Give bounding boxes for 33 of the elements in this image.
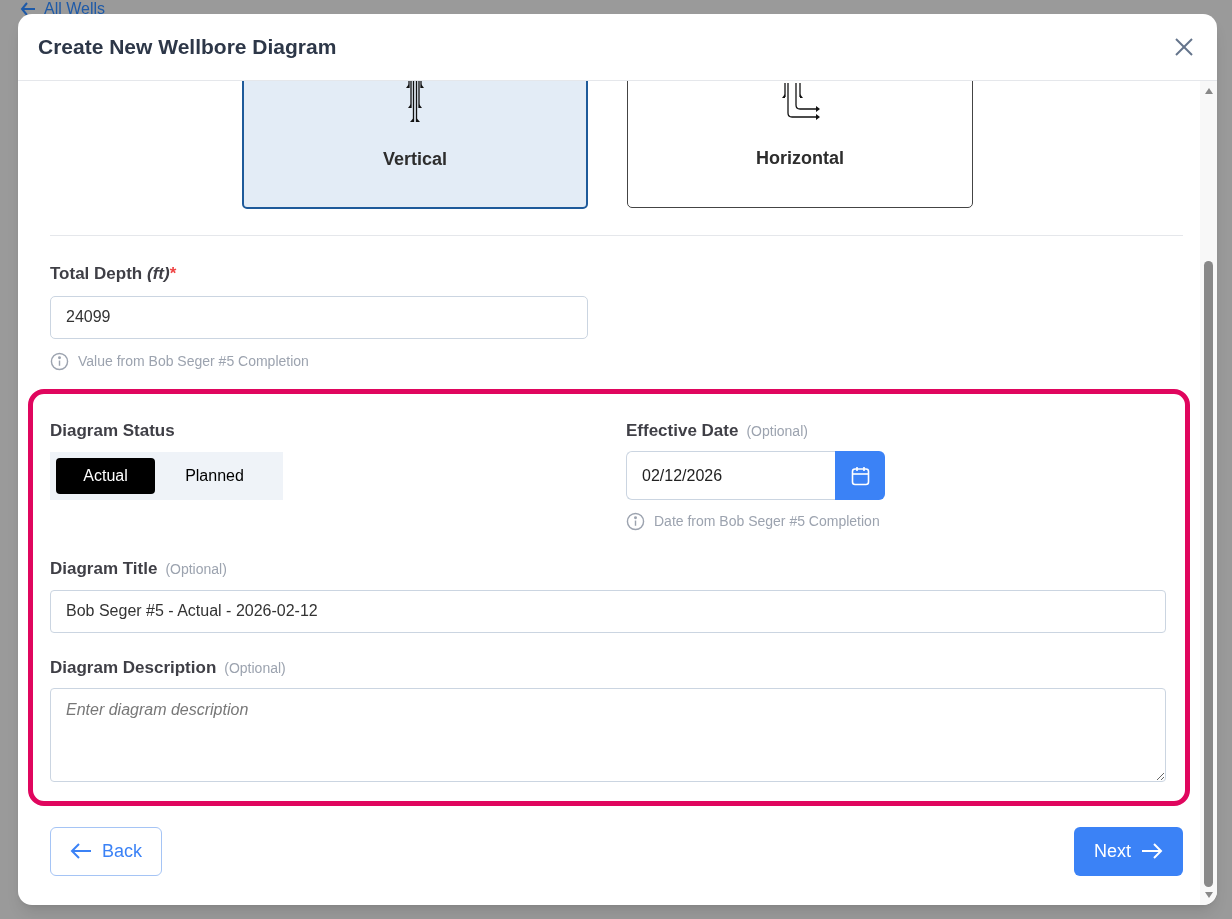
info-icon [50, 351, 69, 371]
field-label: Diagram Title [50, 558, 158, 580]
field-label: Total Depth (ft)* [50, 263, 178, 285]
date-input[interactable]: 02/12/2026 [626, 451, 835, 500]
scroll-up-icon[interactable] [1203, 87, 1214, 95]
scrollbar-thumb[interactable] [1204, 261, 1213, 887]
optional-text: (Optional) [224, 658, 286, 678]
next-button[interactable]: Next [1074, 826, 1183, 876]
status-option[interactable]: Planned [165, 458, 264, 494]
optional-text: (Optional) [746, 421, 808, 441]
scrollbar[interactable] [1200, 81, 1217, 905]
calendar-icon [850, 465, 870, 486]
optional-text: (Optional) [165, 560, 227, 579]
description-textarea[interactable]: Enter diagram description [50, 688, 1166, 782]
status-option[interactable]: Actual [56, 458, 155, 494]
arrow-left-icon [70, 843, 92, 859]
back-arrow-icon [20, 2, 36, 16]
field-label: Effective Date [626, 419, 739, 442]
depth-input[interactable]: 24099 [50, 295, 588, 339]
field-label: Diagram Description [50, 656, 217, 679]
field-label: Diagram Status [50, 419, 176, 442]
info-icon [626, 512, 645, 531]
back-button[interactable]: Back [50, 826, 162, 876]
calendar-button[interactable] [835, 451, 885, 500]
hint-text: Date from Bob Seger #5 Completion [654, 512, 880, 531]
title-input[interactable]: Bob Seger #5 - Actual - 2026-02-12 [50, 589, 1166, 633]
dialog-title: Create New Wellbore Diagram [38, 34, 337, 61]
well-type-card[interactable]: Vertical [242, 81, 588, 209]
arrow-right-icon [1141, 843, 1163, 859]
close-icon[interactable] [1173, 36, 1195, 58]
well-type-card[interactable]: Horizontal [627, 81, 973, 208]
scroll-down-icon[interactable] [1203, 891, 1214, 899]
hint-text: Value from Bob Seger #5 Completion [78, 351, 309, 371]
